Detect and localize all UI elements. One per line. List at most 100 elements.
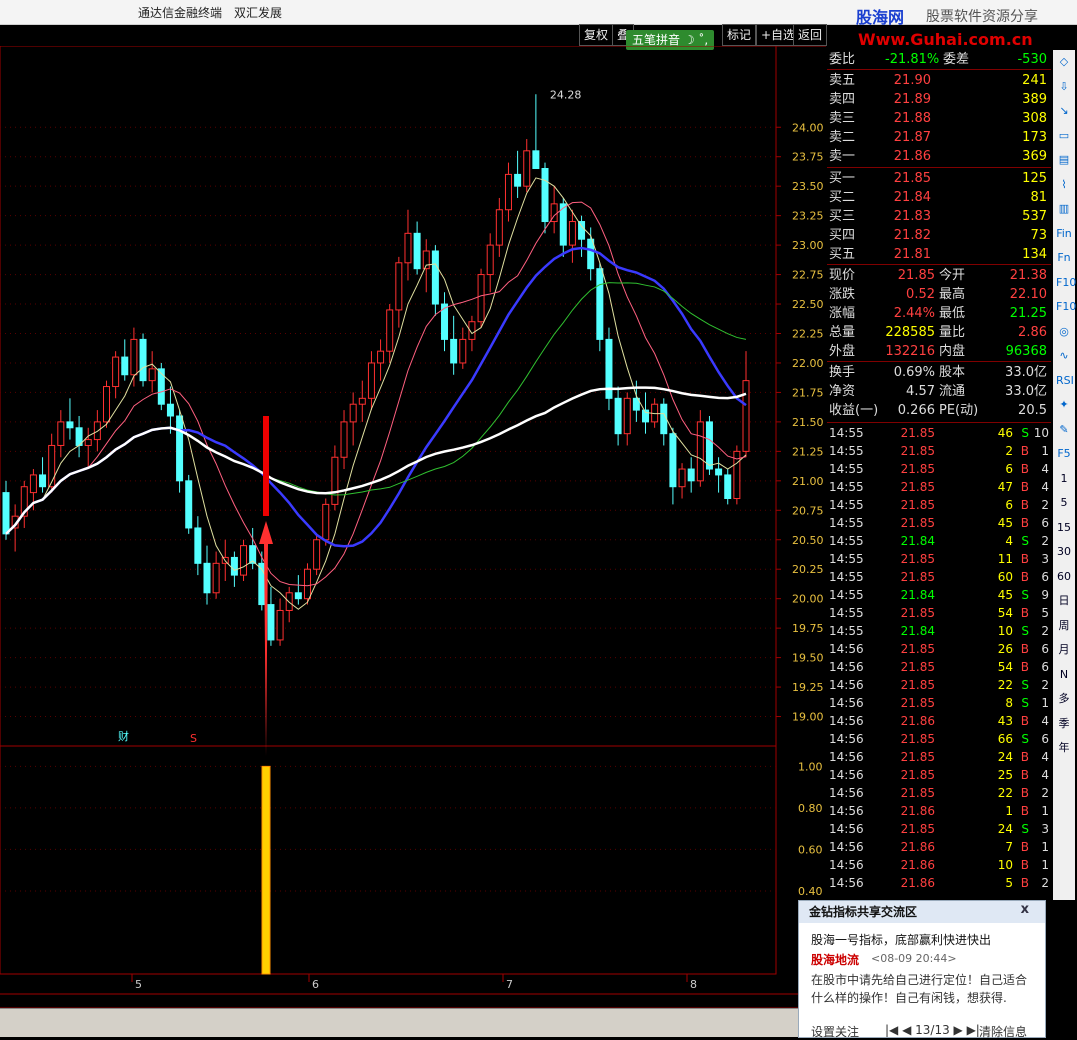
indicator-tick-label: 0.40 [798, 885, 823, 898]
settings-link[interactable]: 设置关注 [811, 1023, 859, 1040]
candle-body [2, 492, 10, 535]
tick-count: 2 [1041, 786, 1049, 800]
f5-icon[interactable]: F5 [1056, 446, 1072, 462]
tick-time: 14:55 [829, 516, 864, 530]
quote-panel: 委比 -21.81% 委差 -530 卖五 21.90 241 卖四 21.89 389 卖三 21.… [827, 50, 1051, 900]
tick-price: 21.86 [900, 876, 935, 890]
diamond-icon[interactable]: ◇ [1056, 54, 1072, 70]
tick-row: 14:55 21.85 47 B 4 [827, 478, 1051, 496]
fn-icon[interactable]: Fn [1056, 250, 1072, 266]
pen-icon[interactable]: ✎ [1056, 422, 1072, 438]
stat-row: 现价 21.85 今开 21.38 [827, 266, 1051, 285]
candle-body [523, 150, 531, 187]
candle-body [578, 221, 586, 240]
down-arrow-icon[interactable]: ⇩ [1056, 79, 1072, 95]
stock-name: 双汇发展 [234, 6, 283, 20]
period-day[interactable]: 日 [1056, 593, 1072, 609]
period-5[interactable]: 5 [1056, 495, 1072, 511]
tick-volume: 45 [997, 516, 1013, 530]
tick-row: 14:55 21.85 11 B 3 [827, 550, 1051, 568]
wave-icon[interactable]: ∿ [1056, 348, 1072, 364]
candle-icon[interactable]: ▥ [1056, 201, 1072, 217]
ask-price: 21.89 [893, 92, 931, 107]
period-n[interactable]: N [1056, 667, 1072, 683]
bid-volume: 134 [1022, 247, 1047, 262]
date-label: 7 [506, 978, 513, 991]
fundamental-label: 收益(一) [829, 403, 879, 418]
candle-body [322, 503, 330, 541]
candle-body [532, 150, 540, 169]
popup-author[interactable]: 股海地流 [811, 951, 859, 968]
price-tick-label: 19.50 [792, 652, 824, 665]
clear-button[interactable]: 清除信息 [979, 1023, 1027, 1040]
popup-title: 金钻指标共享交流区 [799, 901, 1045, 923]
fin-icon[interactable]: Fin [1056, 226, 1072, 242]
bid-price: 21.84 [893, 190, 931, 205]
tick-time: 14:56 [829, 714, 864, 728]
period-15[interactable]: 15 [1056, 520, 1072, 536]
f10b-icon[interactable]: F10 [1056, 299, 1076, 315]
pointer-icon[interactable]: ↘ [1056, 103, 1072, 119]
f10-icon[interactable]: F10 [1056, 275, 1076, 291]
site-logo-sub: 股票软件资源分享 [926, 9, 1038, 25]
back-button[interactable]: 返回 [793, 24, 828, 46]
candle-body [176, 415, 184, 482]
fundamental-row: 收益(一) 0.266 PE(动) 20.5 [827, 401, 1051, 420]
candle-body [331, 456, 339, 505]
fundamental-label: 净资 [829, 384, 856, 399]
tick-count: 6 [1041, 732, 1049, 746]
move-icon[interactable]: ✦ [1056, 397, 1072, 413]
chart-icon[interactable]: ⌇ [1056, 177, 1072, 193]
price-tick-label: 20.50 [792, 534, 824, 547]
candle-body [358, 397, 366, 405]
candle-body [267, 604, 275, 641]
close-icon[interactable]: x [1021, 902, 1029, 917]
period-quarter[interactable]: 季 [1056, 716, 1072, 732]
popup-pager[interactable]: |◀ ◀ 13/13 ▶ ▶| [885, 1023, 980, 1037]
tick-volume: 6 [1005, 498, 1013, 512]
period-1[interactable]: 1 [1056, 471, 1072, 487]
tick-time: 14:55 [829, 570, 864, 584]
kline-chart[interactable]: 24.00 23.75 23.50 23.25 23.00 22.75 22.50 22.25… [0, 46, 826, 1008]
period-week[interactable]: 周 [1056, 618, 1072, 634]
tick-side: B [1020, 498, 1029, 512]
rsi-icon[interactable]: RSI [1056, 373, 1074, 389]
grid-icon[interactable]: ▤ [1056, 152, 1072, 168]
stat-label: 今开 [939, 268, 966, 283]
target-icon[interactable]: ◎ [1056, 324, 1072, 340]
period-multi[interactable]: 多 [1056, 691, 1072, 707]
tick-count: 4 [1041, 768, 1049, 782]
tick-row: 14:55 21.85 54 B 5 [827, 604, 1051, 622]
fuquan-button[interactable]: 复权 [579, 24, 614, 46]
period-30[interactable]: 30 [1056, 544, 1072, 560]
period-year[interactable]: 年 [1056, 740, 1072, 756]
candle-body [203, 562, 211, 594]
candle-body [678, 468, 686, 488]
candle-body [84, 439, 92, 446]
price-tick-label: 19.00 [792, 711, 824, 724]
period-60[interactable]: 60 [1056, 569, 1072, 585]
tick-row: 14:55 21.84 10 S 2 [827, 622, 1051, 640]
tick-count: 1 [1041, 840, 1049, 854]
tick-side: B [1020, 642, 1029, 656]
price-tick-label: 22.50 [792, 298, 824, 311]
max-price-label: 24.28 [550, 88, 582, 101]
tick-row: 14:56 21.85 22 S 2 [827, 676, 1051, 694]
stat-value: 96368 [1005, 344, 1047, 359]
candle-body [504, 173, 512, 211]
tick-side: B [1020, 876, 1029, 890]
bid-row: 买二 21.84 81 [827, 188, 1051, 207]
ask-label: 卖三 [829, 111, 856, 126]
mark-button[interactable]: 标记 [722, 24, 757, 46]
period-month[interactable]: 月 [1056, 642, 1072, 658]
price-tick-label: 22.75 [792, 269, 824, 282]
tick-price: 21.86 [900, 804, 935, 818]
tick-time: 14:55 [829, 624, 864, 638]
tick-count: 1 [1041, 804, 1049, 818]
indicator-signal-bar [261, 765, 271, 975]
tick-time: 14:56 [829, 678, 864, 692]
tick-price: 21.85 [900, 786, 935, 800]
candle-body [705, 421, 713, 470]
popup-headline[interactable]: 股海一号指标，底部赢利快进快出 [811, 931, 991, 948]
window-icon[interactable]: ▭ [1056, 128, 1072, 144]
